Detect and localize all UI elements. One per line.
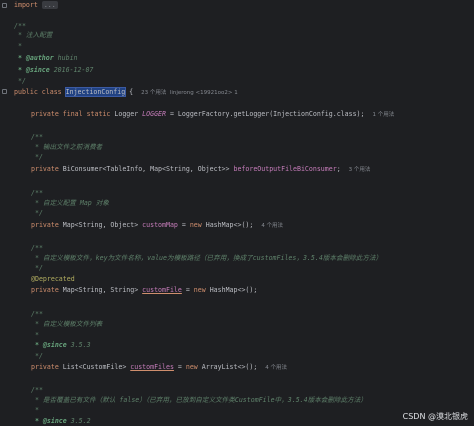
logger-field: private final static Logger LOGGER = Log… [31, 110, 395, 118]
doc-blank: * [31, 331, 39, 339]
doc-description: * 自定义配置 Map 对象 [31, 199, 109, 207]
custom-map-field: private Map<String, Object> customMap = … [31, 221, 284, 229]
doc-blank: * [31, 406, 39, 414]
doc-since: * @since 3.5.2 [31, 417, 91, 425]
doc-close: */ [14, 77, 26, 85]
inlay-hint[interactable]: 3 个用法 [349, 167, 371, 173]
doc-description: * 自定义模板文件，key为文件名称，value为模板路径（已弃用，換成了cus… [31, 254, 383, 262]
custom-file-field: private Map<String, String> customFile =… [31, 286, 258, 294]
biconsumer-field: private BiConsumer<TableInfo, Map<String… [31, 165, 371, 173]
doc-blank: * [14, 42, 22, 50]
inlay-hint[interactable]: 23 个用法 linjerong <19921oo2> 1 [141, 90, 238, 96]
class-name-selected[interactable]: InjectionConfig [64, 87, 127, 97]
doc-close: */ [31, 209, 43, 217]
class-usage-icon[interactable] [2, 89, 7, 94]
doc-open: /** [31, 244, 43, 252]
custom-files-field: private List<CustomFile> customFiles = n… [31, 363, 288, 371]
doc-description: * 注入配置 [14, 31, 53, 39]
doc-description: * 自定义模板文件列表 [31, 320, 103, 328]
doc-open: /** [31, 189, 43, 197]
deprecated-annotation: @Deprecated [31, 275, 75, 283]
doc-open: /** [31, 133, 43, 141]
fold-placeholder[interactable]: ... [41, 1, 58, 9]
class-declaration: public class InjectionConfig { 23 个用法 li… [14, 87, 238, 97]
doc-since: * @since 2016-12-07 [14, 66, 94, 74]
doc-open: /** [31, 310, 43, 318]
editor-gutter [0, 0, 10, 426]
doc-close: */ [31, 352, 43, 360]
doc-open: /** [31, 386, 43, 394]
doc-close: */ [31, 264, 43, 272]
import-line: import ... [14, 1, 58, 9]
inlay-hint[interactable]: 4 个用法 [261, 223, 283, 229]
inlay-hint[interactable]: 4 个用法 [265, 365, 287, 371]
doc-close: */ [31, 153, 43, 161]
code-editor[interactable]: import ... /** * 注入配置 * * @author hubin … [0, 0, 474, 426]
fold-icon[interactable] [2, 3, 7, 8]
csdn-watermark: CSDN @漠北银虎 [402, 412, 468, 421]
doc-open: /** [14, 22, 26, 30]
doc-author: * @author hubin [14, 54, 78, 62]
inlay-hint[interactable]: 1 个用法 [372, 112, 394, 118]
doc-description: * 是否覆盖已有文件（默认 false）（已弃用，已放到自定义文件类Custom… [31, 396, 367, 404]
doc-description: * 输出文件之前消费者 [31, 143, 103, 151]
doc-since: * @since 3.5.3 [31, 341, 91, 349]
